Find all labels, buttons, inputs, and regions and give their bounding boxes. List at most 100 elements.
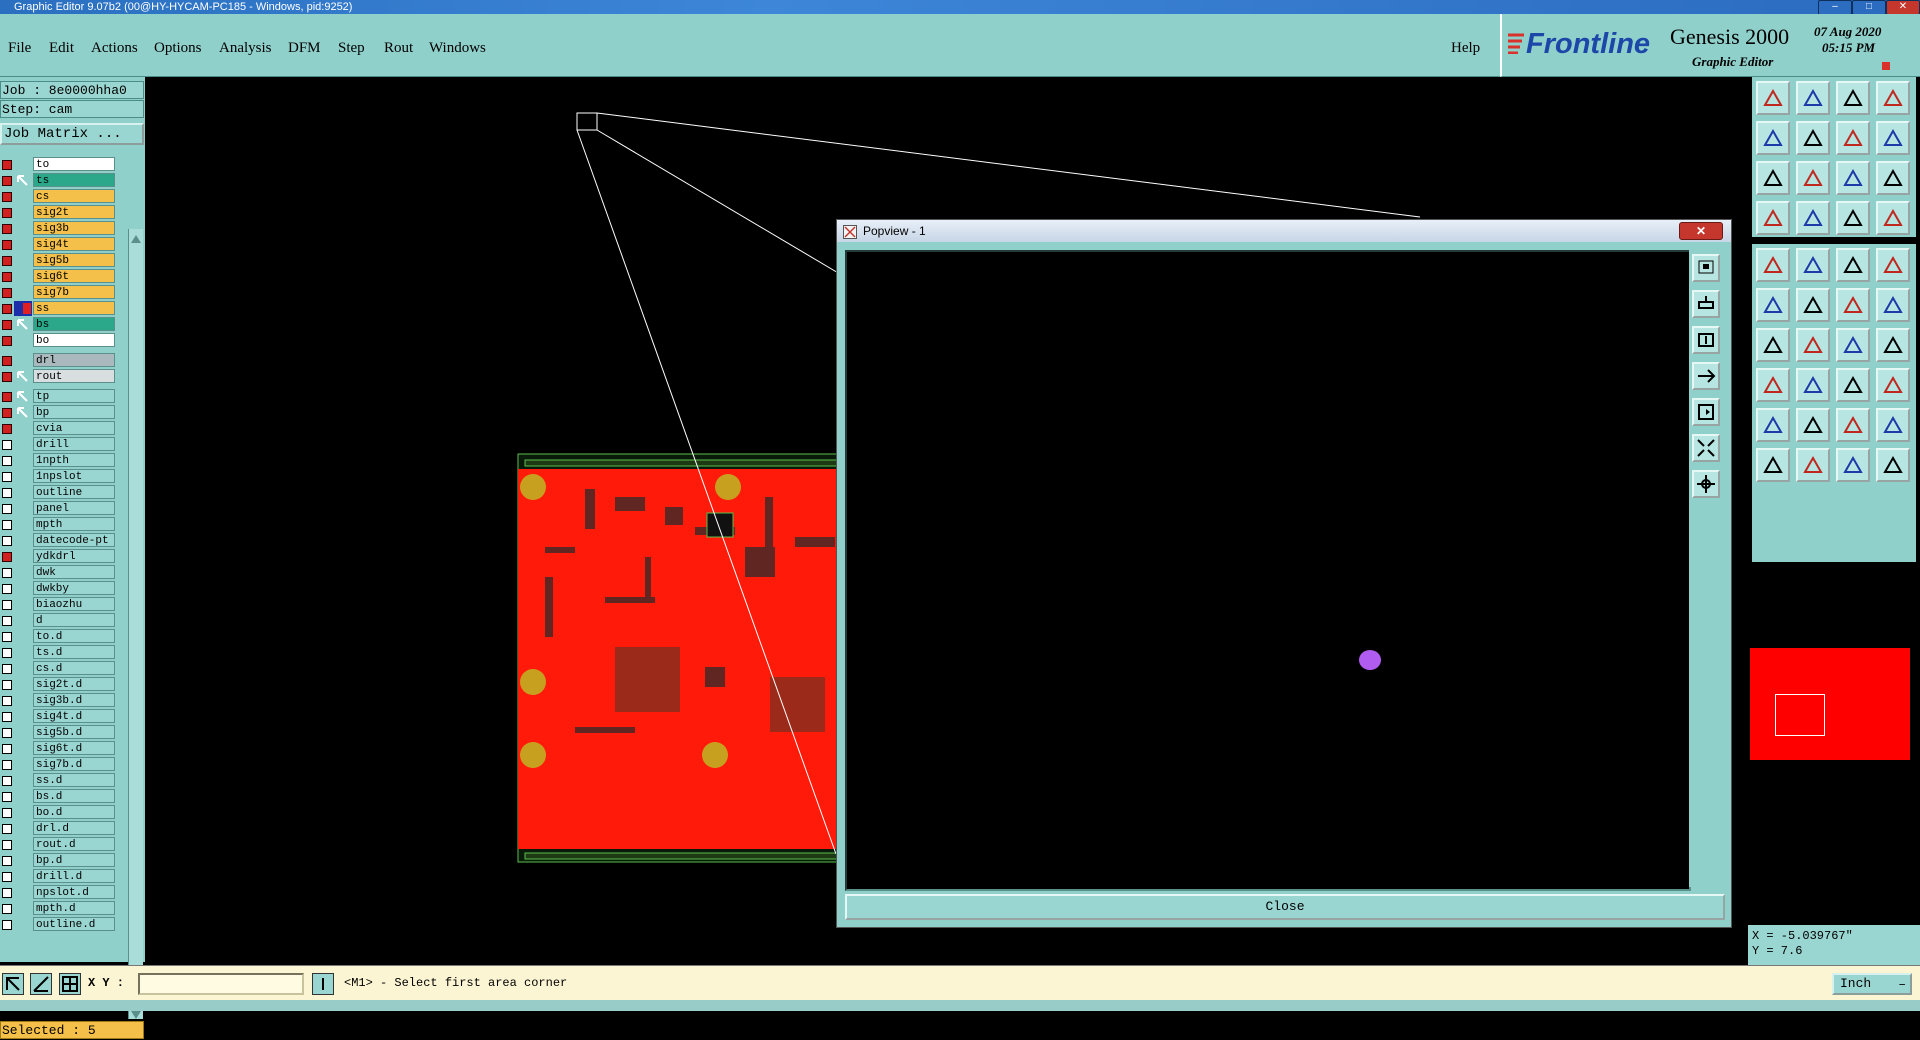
layer-row[interactable]: dwkby [0, 581, 118, 596]
layer-checkbox[interactable] [2, 600, 12, 610]
zoom-all-icon[interactable] [1796, 161, 1830, 195]
layer-color-icon[interactable] [1836, 201, 1870, 235]
dot-icon[interactable] [1876, 248, 1910, 282]
maximize-button[interactable]: □ [1852, 0, 1886, 15]
menu-file[interactable]: File [8, 40, 31, 57]
layer-checkbox[interactable] [2, 320, 12, 330]
layer-row[interactable]: npslot.d [0, 885, 118, 900]
popview-close-icon[interactable]: ✕ [1679, 222, 1723, 240]
layer-row[interactable]: sig2t.d [0, 677, 118, 692]
copy-icon[interactable] [1876, 368, 1910, 402]
layer-row[interactable]: to.d [0, 629, 118, 644]
layer-checkbox[interactable] [2, 792, 12, 802]
popview-home-icon[interactable] [1692, 290, 1720, 318]
layer-row[interactable]: sig5b.d [0, 725, 118, 740]
pointer-move-icon[interactable] [1876, 448, 1910, 482]
layer-checkbox[interactable] [2, 208, 12, 218]
pan-left-icon[interactable] [1756, 121, 1790, 155]
layer-row[interactable]: cs [0, 189, 118, 204]
layer-row[interactable]: sig6t [0, 269, 118, 284]
zoom-fit-icon[interactable] [1756, 161, 1790, 195]
overview-minimap[interactable] [1750, 648, 1910, 760]
layer-checkbox[interactable] [2, 808, 12, 818]
popview-layers-icon[interactable] [1692, 254, 1720, 282]
layer-checkbox[interactable] [2, 504, 12, 514]
layer-row[interactable]: drl [0, 353, 118, 368]
layer-row[interactable]: 1npslot [0, 469, 118, 484]
layer-row[interactable]: sig3b [0, 221, 118, 236]
layer-row[interactable]: drill [0, 437, 118, 452]
menu-edit[interactable]: Edit [49, 40, 74, 57]
scale-icon[interactable] [1836, 161, 1870, 195]
popview-title-bar[interactable]: Popview - 1 ✕ [837, 220, 1731, 242]
layer-row[interactable]: bs [0, 317, 118, 332]
connect-icon[interactable] [1836, 288, 1870, 322]
add-pad-icon[interactable] [1756, 368, 1790, 402]
layer-checkbox[interactable] [2, 520, 12, 530]
layer-checkbox[interactable] [2, 920, 12, 930]
menu-windows[interactable]: Windows [429, 40, 486, 57]
layer-checkbox[interactable] [2, 888, 12, 898]
layer-row[interactable]: sig7b.d [0, 757, 118, 772]
layer-row[interactable]: ts.d [0, 645, 118, 660]
menu-actions[interactable]: Actions [91, 40, 138, 57]
popview-fit-icon[interactable] [1692, 398, 1720, 426]
layer-row[interactable]: bs.d [0, 789, 118, 804]
layer-checkbox[interactable] [2, 872, 12, 882]
layer-checkbox[interactable] [2, 224, 12, 234]
layer-checkbox[interactable] [2, 240, 12, 250]
popview-close-button[interactable]: Close [845, 894, 1725, 920]
layer-row[interactable]: tp [0, 389, 118, 404]
layer-checkbox[interactable] [2, 856, 12, 866]
curve-icon[interactable] [1836, 328, 1870, 362]
layer-checkbox[interactable] [2, 408, 12, 418]
layer-row[interactable]: ts [0, 173, 118, 188]
xy-input[interactable] [138, 973, 304, 995]
layer-list-scrollbar[interactable] [128, 229, 143, 1019]
pointer-rotate-icon[interactable] [1836, 448, 1870, 482]
job-matrix-button[interactable]: Job Matrix ... [0, 123, 144, 145]
layer-checkbox[interactable] [2, 272, 12, 282]
popview-canvas[interactable] [845, 250, 1691, 891]
layer-row[interactable]: sig6t.d [0, 741, 118, 756]
home-view-icon[interactable] [1836, 81, 1870, 115]
layer-checkbox[interactable] [2, 304, 12, 314]
layer-row[interactable]: sig4t.d [0, 709, 118, 724]
zoom-in-icon[interactable] [1756, 81, 1790, 115]
layer-checkbox[interactable] [2, 488, 12, 498]
ruler-icon[interactable] [1836, 248, 1870, 282]
layer-checkbox[interactable] [2, 824, 12, 834]
layer-row[interactable]: rout.d [0, 837, 118, 852]
move-icon[interactable] [1836, 368, 1870, 402]
draw-arc-icon[interactable] [1796, 328, 1830, 362]
layer-checkbox[interactable] [2, 568, 12, 578]
layer-checkbox[interactable] [2, 536, 12, 546]
layer-row[interactable]: drl.d [0, 821, 118, 836]
layer-checkbox[interactable] [2, 776, 12, 786]
layer-checkbox[interactable] [2, 728, 12, 738]
layer-row[interactable]: outline.d [0, 917, 118, 932]
layer-checkbox[interactable] [2, 356, 12, 366]
layer-checkbox[interactable] [2, 616, 12, 626]
layer-checkbox[interactable] [2, 648, 12, 658]
layer-row[interactable]: rout [0, 369, 118, 384]
layer-checkbox[interactable] [2, 904, 12, 914]
layer-row[interactable]: 1npth [0, 453, 118, 468]
menu-analysis[interactable]: Analysis [219, 40, 272, 57]
scroll-up-icon[interactable] [130, 231, 142, 243]
triangle-icon[interactable] [1756, 408, 1790, 442]
select-mode-icon[interactable] [2, 973, 24, 995]
layer-row[interactable]: mpth [0, 517, 118, 532]
layer-checkbox[interactable] [2, 664, 12, 674]
pad-icon[interactable] [1756, 248, 1790, 282]
layer-row[interactable]: outline [0, 485, 118, 500]
window-close-button[interactable]: ✕ [1886, 0, 1920, 15]
layer-row[interactable]: to [0, 157, 118, 172]
layer-row[interactable]: dwk [0, 565, 118, 580]
arch-icon[interactable] [1836, 408, 1870, 442]
pointer-icon[interactable] [1756, 448, 1790, 482]
layer-checkbox[interactable] [2, 336, 12, 346]
menu-rout[interactable]: Rout [384, 40, 413, 57]
layer-row[interactable]: cs.d [0, 661, 118, 676]
layer-row[interactable]: ss [0, 301, 118, 316]
